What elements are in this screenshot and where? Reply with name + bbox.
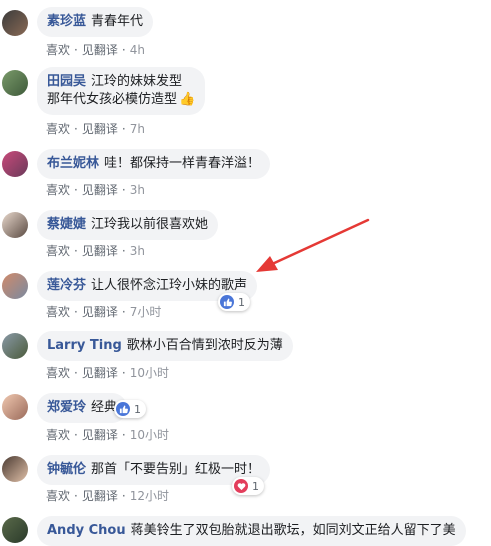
annotation-arrow: [256, 218, 370, 272]
